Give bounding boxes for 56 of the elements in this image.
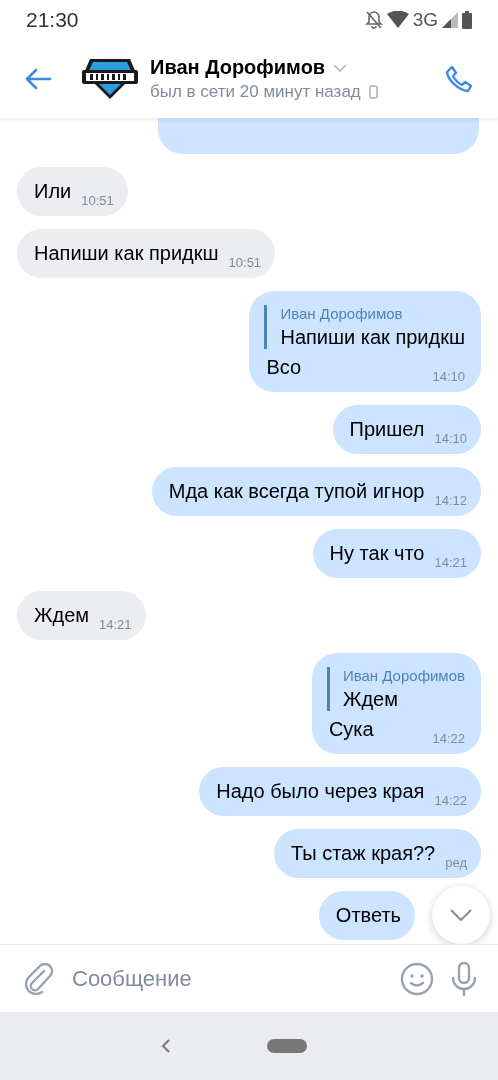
message-text: Сука bbox=[328, 717, 374, 742]
message-time: 14:21 bbox=[99, 617, 132, 632]
avatar-logo-icon[interactable] bbox=[82, 57, 138, 101]
back-arrow-icon[interactable] bbox=[24, 68, 52, 90]
message-bubble[interactable]: Ждем 14:21 bbox=[17, 591, 146, 640]
contact-name[interactable]: Иван Дорофимов bbox=[150, 56, 326, 79]
message-time: 14:10 bbox=[434, 431, 467, 446]
message-text: Пришел bbox=[349, 417, 425, 442]
chevron-down-icon[interactable] bbox=[333, 63, 348, 72]
message-text: Или bbox=[34, 179, 72, 204]
message-bubble[interactable]: Мда как всегда тупой игнор 14:12 bbox=[151, 467, 481, 516]
signal-icon bbox=[442, 12, 458, 28]
message-text: Всо bbox=[266, 355, 302, 380]
microphone-icon[interactable] bbox=[450, 961, 478, 996]
chevron-down-icon bbox=[450, 909, 472, 921]
quote-author: Иван Дорофимов bbox=[342, 667, 465, 684]
bell-off-icon bbox=[364, 10, 383, 30]
message-time: 14:12 bbox=[434, 493, 467, 508]
message-text: Напиши как придкш bbox=[34, 241, 219, 266]
message-input-field[interactable]: Сообщение bbox=[70, 964, 384, 993]
phone-device-icon bbox=[368, 85, 378, 99]
last-seen-status: был в сети 20 минут назад bbox=[150, 82, 361, 102]
phone-call-icon[interactable] bbox=[444, 64, 474, 94]
quote-text: Ждем bbox=[342, 688, 399, 711]
message-bubble[interactable]: Напиши как придкш 10:51 bbox=[17, 229, 276, 278]
battery-icon bbox=[462, 11, 472, 29]
message-text: Ты стаж края?? bbox=[290, 841, 436, 866]
status-time: 21:30 bbox=[26, 8, 79, 32]
home-pill[interactable] bbox=[267, 1039, 307, 1053]
message-text: Ждем bbox=[34, 603, 89, 628]
message-time: 14:21 bbox=[434, 555, 467, 570]
message-time: 14:10 bbox=[432, 369, 465, 384]
quote-author: Иван Дорофимов bbox=[280, 305, 404, 322]
quote-text: Напиши как придкш bbox=[280, 326, 465, 349]
message-bubble[interactable]: Ну так что 14:21 bbox=[312, 529, 481, 578]
message-bubble[interactable]: Ты стаж края?? ред bbox=[273, 829, 481, 878]
message-time: 10:51 bbox=[81, 193, 114, 208]
message-bubble[interactable]: Иван Дорофимов Ждем Сука 14:22 bbox=[311, 653, 481, 754]
nav-back-icon[interactable] bbox=[161, 1038, 171, 1054]
message-bubble[interactable]: Или 10:51 bbox=[17, 167, 128, 216]
message-text: Надо было через края bbox=[216, 779, 425, 804]
message-time: ред bbox=[445, 855, 467, 870]
message-text: Ну так что bbox=[329, 541, 425, 566]
smiley-icon[interactable] bbox=[400, 961, 434, 996]
wifi-icon bbox=[386, 11, 409, 29]
message-bubble[interactable]: Иван Дорофимов Напиши как придкш Всо 14:10 bbox=[249, 291, 481, 392]
message-bubble[interactable]: Ответь bbox=[318, 891, 415, 940]
paperclip-icon[interactable] bbox=[24, 962, 54, 995]
message-time: 14:22 bbox=[434, 793, 467, 808]
message-text: Ответь bbox=[335, 903, 401, 928]
message-text: Мда как всегда тупой игнор bbox=[168, 479, 425, 504]
message-time: 10:51 bbox=[228, 255, 262, 270]
message-time: 14:22 bbox=[432, 731, 465, 746]
message-bubble[interactable]: Надо было через края 14:22 bbox=[199, 767, 481, 816]
message-bubble[interactable]: Пришел 14:10 bbox=[332, 405, 481, 454]
network-type: 3G bbox=[412, 9, 438, 31]
